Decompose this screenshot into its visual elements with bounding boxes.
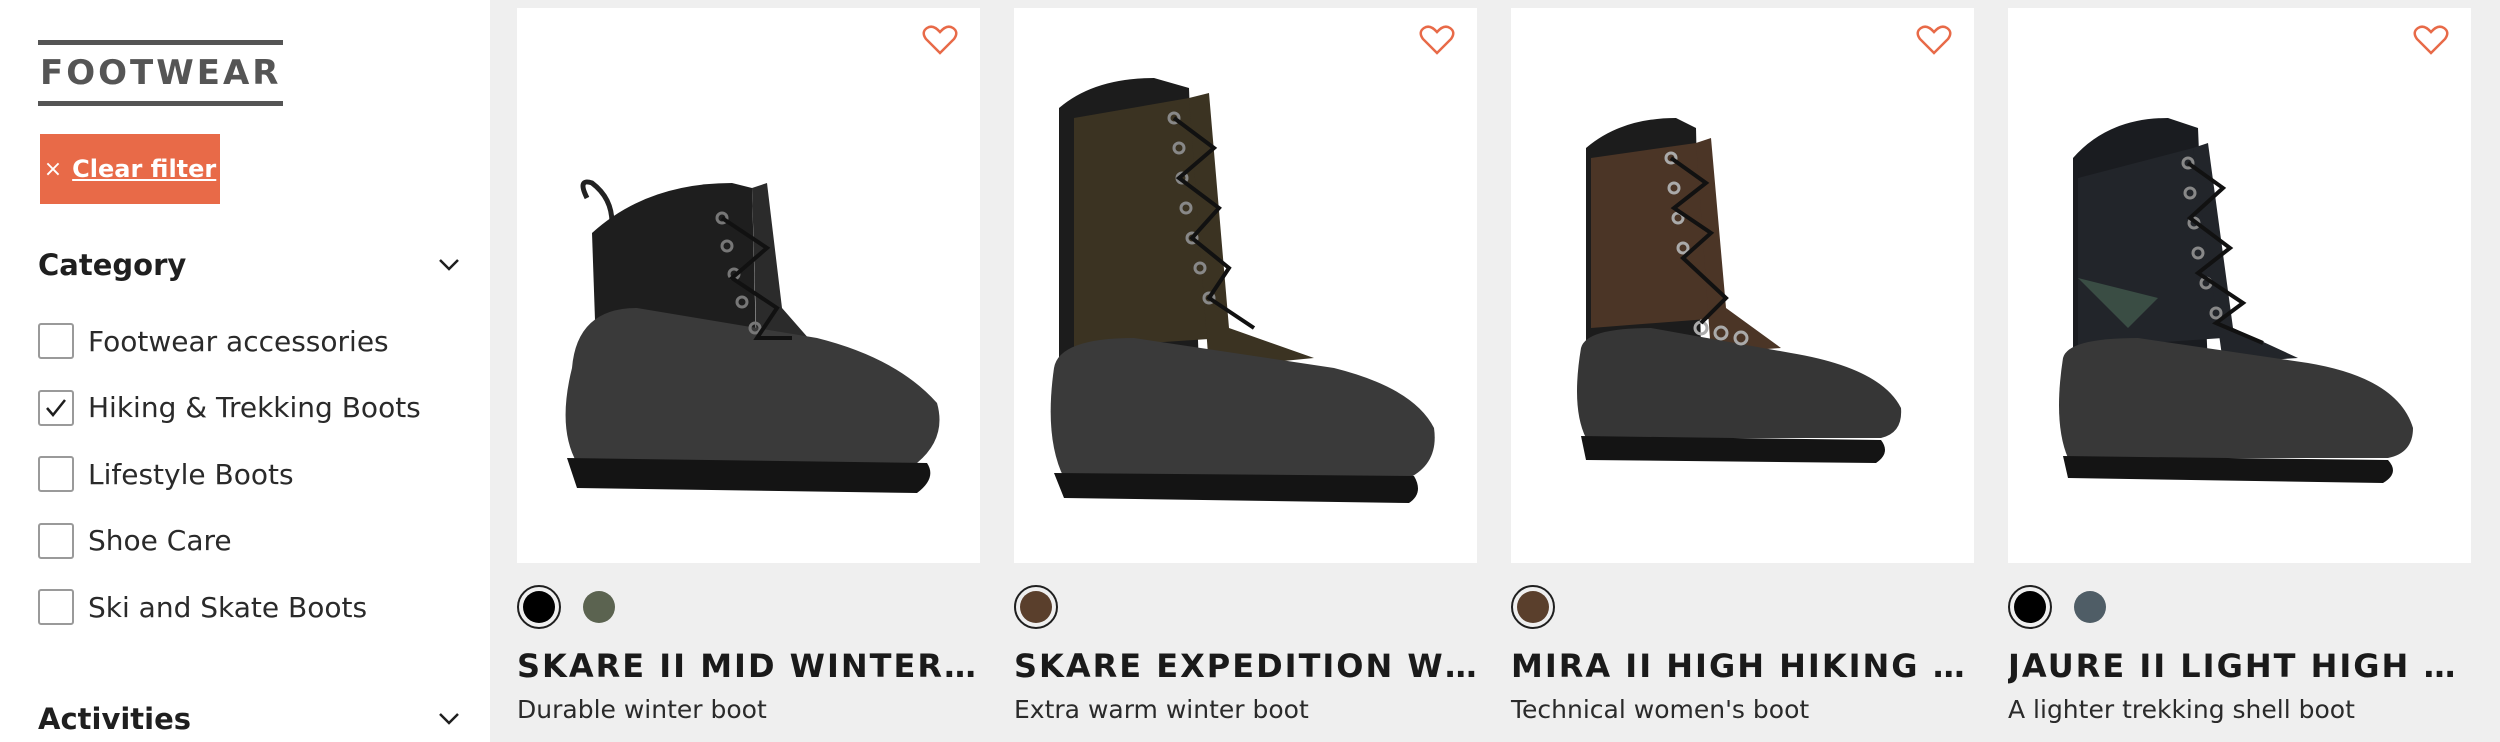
checkbox[interactable] [38,323,74,360]
category-section-title: Category [38,248,187,282]
product-card[interactable]: SKARE EXPEDITION WINTER BOOTS Extra warm… [1014,8,1477,724]
product-image[interactable] [2008,8,2471,563]
color-swatches [517,585,980,629]
category-title-text: FOOTWEAR [40,53,282,93]
product-description: Technical women's boot [1511,695,1810,724]
checkbox[interactable] [38,589,74,626]
color-swatches [1014,585,1477,629]
boot-image [565,179,940,493]
heart-icon[interactable] [1916,24,1952,56]
product-card[interactable]: SKARE II MID WINTER BOOTS MEN Durable wi… [517,8,980,724]
color-swatch-selected[interactable] [2008,585,2052,629]
product-name[interactable]: SKARE EXPEDITION WINTER BOOTS [1014,647,1477,685]
filter-option-lifestyle-boots[interactable]: Lifestyle Boots [38,441,421,508]
swatch-color [2074,591,2106,623]
activities-section-title: Activities [38,702,192,736]
product-description: Extra warm winter boot [1014,695,1309,724]
product-image[interactable] [1511,8,1974,563]
checkmark-icon [46,398,66,417]
filter-option-shoe-care[interactable]: Shoe Care [38,508,421,575]
checkbox[interactable] [38,456,74,493]
product-description: A lighter trekking shell boot [2008,695,2355,724]
color-swatch-selected[interactable] [517,585,561,629]
filter-sidebar: FOOTWEAR × Clear filter Category Footwea… [0,0,490,742]
color-swatch[interactable] [577,585,621,629]
product-description: Durable winter boot [517,695,767,724]
filter-option-ski-skate-boots[interactable]: Ski and Skate Boots [38,574,421,641]
product-name[interactable]: SKARE II MID WINTER BOOTS MEN [517,647,980,685]
swatch-color [2014,591,2046,623]
color-swatch-selected[interactable] [1014,585,1058,629]
chevron-down-icon [439,713,459,725]
swatch-color [523,591,555,623]
boot-image [1050,78,1435,503]
swatch-color [1517,591,1549,623]
activities-section-toggle[interactable]: Activities [38,702,460,736]
product-card[interactable]: MIRA II HIGH HIKING BOOTS WOMEN Technica… [1511,8,1974,724]
filter-option-label: Footwear accessories [88,324,389,358]
swatch-color [1020,591,1052,623]
filter-option-hiking-trekking-boots[interactable]: Hiking & Trekking Boots [38,375,421,442]
heart-icon[interactable] [922,24,958,56]
checkbox[interactable] [38,522,74,559]
filter-option-label: Shoe Care [88,524,232,558]
category-section-toggle[interactable]: Category [38,248,460,282]
color-swatch[interactable] [2068,585,2112,629]
color-swatches [2008,585,2471,629]
checkbox-checked[interactable] [38,389,74,426]
boot-image [2059,118,2413,483]
boot-image [1577,118,1902,463]
clear-filter-label: Clear filter [72,155,217,183]
heart-icon[interactable] [2413,24,2449,56]
product-image[interactable] [1014,8,1477,563]
product-card[interactable]: JAURE II LIGHT HIGH HIKING BOOTS A light… [2008,8,2471,724]
filter-option-label: Ski and Skate Boots [88,590,368,624]
clear-filter-button[interactable]: × Clear filter [40,134,220,204]
filter-option-footwear-accessories[interactable]: Footwear accessories [38,308,421,375]
product-name[interactable]: MIRA II HIGH HIKING BOOTS WOMEN [1511,647,1974,685]
color-swatch-selected[interactable] [1511,585,1555,629]
category-title: FOOTWEAR [38,40,284,106]
close-icon: × [43,156,63,182]
filter-option-label: Lifestyle Boots [88,457,294,491]
color-swatches [1511,585,1974,629]
swatch-color [583,591,615,623]
product-image[interactable] [517,8,980,563]
filter-option-label: Hiking & Trekking Boots [88,391,421,425]
chevron-down-icon [439,259,459,271]
heart-icon[interactable] [1419,24,1455,56]
category-filter-list: Footwear accessories Hiking & Trekking B… [38,308,421,641]
product-grid: SKARE II MID WINTER BOOTS MEN Durable wi… [490,0,2500,742]
product-name[interactable]: JAURE II LIGHT HIGH HIKING BOOTS [2008,647,2471,685]
